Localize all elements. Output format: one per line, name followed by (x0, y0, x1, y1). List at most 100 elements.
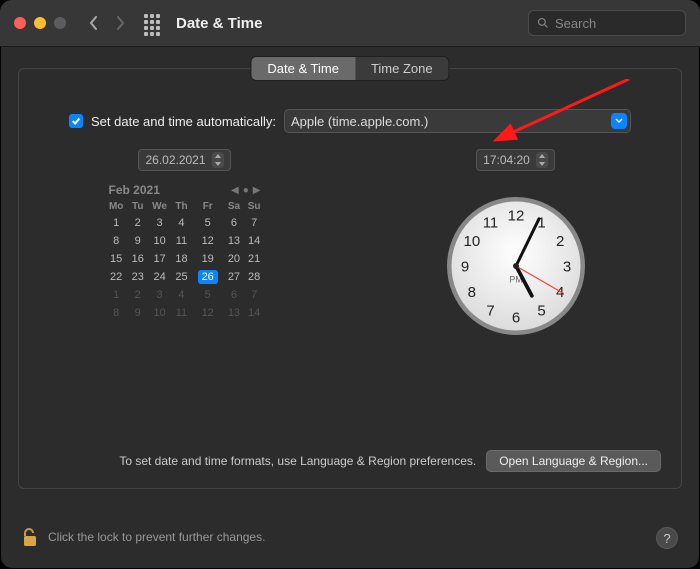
calendar-day[interactable]: 8 (105, 232, 128, 250)
calendar-day[interactable]: 5 (191, 214, 224, 232)
calendar-day[interactable]: 23 (128, 268, 148, 286)
calendar-day[interactable]: 11 (172, 304, 192, 322)
calendar-month-year: Feb 2021 (109, 183, 160, 197)
calendar-day[interactable]: 18 (172, 250, 192, 268)
calendar-day[interactable]: 26 (191, 268, 224, 286)
svg-text:2: 2 (555, 233, 563, 250)
calendar-day[interactable]: 14 (244, 304, 265, 322)
footer-row: To set date and time formats, use Langua… (39, 450, 661, 472)
calendar-day[interactable]: 10 (148, 304, 172, 322)
calendar-day[interactable]: 1 (105, 214, 128, 232)
preferences-window: Date & Time Search Date & Time Time Zone… (0, 0, 700, 569)
calendar-day[interactable]: 4 (172, 214, 192, 232)
close-window-button[interactable] (14, 17, 26, 29)
svg-text:6: 6 (511, 309, 519, 326)
calendar-day[interactable]: 15 (105, 250, 128, 268)
calendar-day[interactable]: 24 (148, 268, 172, 286)
svg-text:12: 12 (507, 207, 524, 224)
calendar-day[interactable]: 11 (172, 232, 192, 250)
time-server-value: Apple (time.apple.com.) (291, 114, 428, 129)
svg-text:4: 4 (555, 284, 563, 301)
lock-text: Click the lock to prevent further change… (48, 530, 265, 544)
calendar-day[interactable]: 22 (105, 268, 128, 286)
time-stepper[interactable]: 17:04:20 (476, 149, 555, 171)
calendar-day[interactable]: 2 (128, 286, 148, 304)
svg-text:7: 7 (486, 303, 494, 320)
lock-open-icon[interactable] (22, 527, 38, 547)
calendar-day[interactable]: 21 (244, 250, 265, 268)
time-stepper-value: 17:04:20 (483, 153, 530, 167)
help-button[interactable]: ? (656, 527, 678, 549)
zoom-window-button[interactable] (54, 17, 66, 29)
nav-buttons (84, 13, 130, 33)
calendar-day[interactable]: 13 (224, 304, 244, 322)
calendar-day[interactable]: 6 (224, 286, 244, 304)
chevron-down-icon (611, 113, 627, 129)
calendar-day[interactable]: 12 (191, 304, 224, 322)
back-button[interactable] (84, 13, 104, 33)
search-field[interactable]: Search (528, 10, 686, 36)
search-icon (537, 17, 549, 29)
calendar-nav[interactable]: ◀ ● ▶ (231, 185, 260, 196)
time-column: 17:04:20 123456789101112 (350, 149, 681, 428)
date-column: 26.02.2021 Feb 2021 ◀ ● ▶ (19, 149, 350, 428)
date-stepper-value: 26.02.2021 (145, 153, 205, 167)
stepper-arrows-icon (536, 152, 548, 168)
calendar-day[interactable]: 2 (128, 214, 148, 232)
calendar[interactable]: Feb 2021 ◀ ● ▶ MoTuWeThFrSaSu12345678910… (105, 181, 265, 322)
calendar-day[interactable]: 13 (224, 232, 244, 250)
auto-set-checkbox[interactable] (69, 114, 83, 128)
time-server-combobox[interactable]: Apple (time.apple.com.) (284, 109, 631, 133)
tab-time-zone[interactable]: Time Zone (355, 57, 449, 80)
calendar-day[interactable]: 5 (191, 286, 224, 304)
calendar-day[interactable]: 6 (224, 214, 244, 232)
calendar-day[interactable]: 8 (105, 304, 128, 322)
window-controls (14, 17, 66, 29)
show-all-icon[interactable] (144, 14, 162, 32)
open-language-region-button[interactable]: Open Language & Region... (486, 450, 661, 472)
calendar-day[interactable]: 9 (128, 232, 148, 250)
forward-button[interactable] (110, 13, 130, 33)
search-placeholder: Search (555, 16, 596, 31)
window-title: Date & Time (176, 15, 262, 32)
auto-set-label: Set date and time automatically: (91, 114, 276, 129)
date-stepper[interactable]: 26.02.2021 (138, 149, 230, 171)
titlebar: Date & Time Search (0, 0, 700, 47)
svg-text:10: 10 (463, 233, 480, 250)
svg-text:8: 8 (467, 284, 475, 301)
calendar-day[interactable]: 10 (148, 232, 172, 250)
calendar-day[interactable]: 25 (172, 268, 192, 286)
calendar-next-icon[interactable]: ▶ (253, 185, 261, 196)
calendar-day[interactable]: 3 (148, 214, 172, 232)
calendar-day[interactable]: 4 (172, 286, 192, 304)
calendar-day[interactable]: 16 (128, 250, 148, 268)
calendar-prev-icon[interactable]: ◀ (231, 185, 239, 196)
svg-text:3: 3 (562, 258, 570, 275)
calendar-day[interactable]: 20 (224, 250, 244, 268)
calendar-day[interactable]: 12 (191, 232, 224, 250)
calendar-today-icon[interactable]: ● (243, 185, 249, 196)
tab-date-time[interactable]: Date & Time (251, 57, 355, 80)
calendar-day[interactable]: 1 (105, 286, 128, 304)
calendar-day[interactable]: 28 (244, 268, 265, 286)
svg-text:11: 11 (482, 214, 498, 231)
tab-bar: Date & Time Time Zone (250, 56, 449, 81)
calendar-day[interactable]: 9 (128, 304, 148, 322)
svg-text:9: 9 (460, 258, 468, 275)
footer-hint: To set date and time formats, use Langua… (119, 454, 476, 468)
lock-row: Click the lock to prevent further change… (22, 527, 265, 547)
calendar-day[interactable]: 7 (244, 286, 265, 304)
calendar-day[interactable]: 27 (224, 268, 244, 286)
stepper-arrows-icon (212, 152, 224, 168)
calendar-day[interactable]: 7 (244, 214, 265, 232)
svg-text:5: 5 (537, 303, 545, 320)
calendar-day[interactable]: 19 (191, 250, 224, 268)
calendar-day[interactable]: 14 (244, 232, 265, 250)
calendar-grid[interactable]: MoTuWeThFrSaSu12345678910111213141516171… (105, 199, 265, 322)
calendar-day[interactable]: 17 (148, 250, 172, 268)
minimize-window-button[interactable] (34, 17, 46, 29)
analog-clock: 123456789101112 PM (441, 191, 591, 341)
content-panel: Date & Time Time Zone Set date and time … (18, 68, 682, 489)
calendar-day[interactable]: 3 (148, 286, 172, 304)
auto-set-row: Set date and time automatically: Apple (… (69, 109, 631, 133)
